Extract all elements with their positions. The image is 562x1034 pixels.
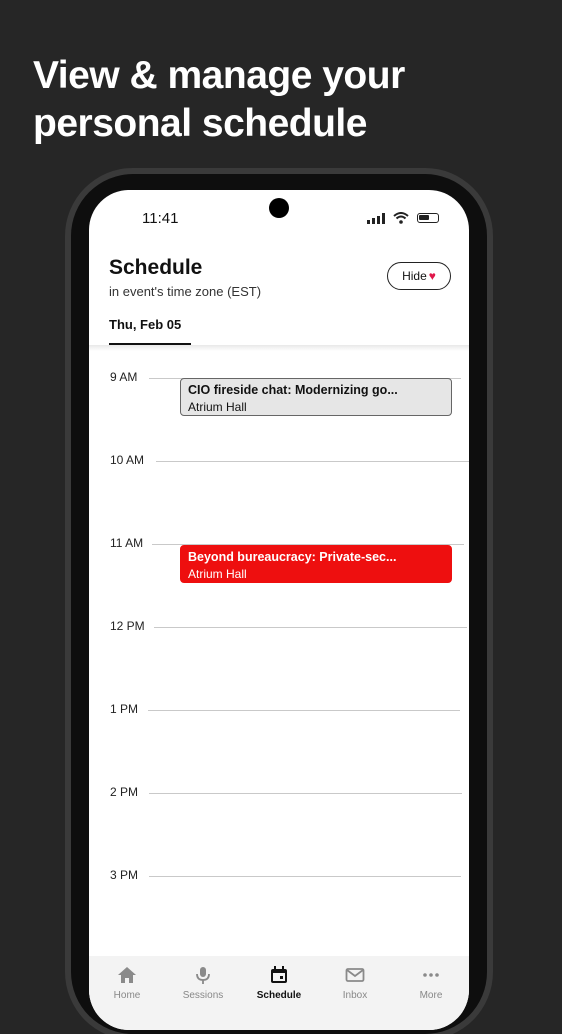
front-camera <box>269 198 289 218</box>
promo-headline: View & manage your personal schedule <box>33 52 533 148</box>
session-room: Atrium Hall <box>188 400 247 414</box>
hide-favorites-button[interactable]: Hide ♥ <box>387 262 451 290</box>
calendar-icon <box>271 966 287 983</box>
nav-label: Schedule <box>256 990 302 1001</box>
session-title: Beyond bureaucracy: Private-sec... <box>188 550 397 564</box>
nav-home[interactable]: Home <box>89 956 165 1030</box>
hour-label: 3 PM <box>110 868 139 882</box>
nav-sessions[interactable]: Sessions <box>165 956 241 1030</box>
session-card[interactable]: CIO fireside chat: Modernizing go... Atr… <box>180 378 452 416</box>
heart-icon: ♥ <box>428 269 436 283</box>
promo-headline-line2: personal schedule <box>33 102 367 145</box>
hour-gridline <box>154 627 467 628</box>
hour-row: 1 PM <box>89 702 469 718</box>
nav-label: More <box>419 990 443 1001</box>
phone-frame: 11:41 Schedule in event's time zone (EST… <box>71 174 487 1034</box>
hour-row: 12 PM <box>89 619 469 635</box>
microphone-icon <box>196 967 210 984</box>
hour-row: 10 AM <box>89 453 469 469</box>
nav-label: Home <box>113 990 141 1001</box>
session-title: CIO fireside chat: Modernizing go... <box>188 383 398 397</box>
nav-inbox[interactable]: Inbox <box>317 956 393 1030</box>
hour-gridline <box>156 461 469 462</box>
battery-icon <box>417 213 439 223</box>
wifi-icon <box>393 212 409 224</box>
tab-date[interactable]: Thu, Feb 05 <box>109 317 181 332</box>
hour-label: 2 PM <box>110 785 139 799</box>
hour-label: 9 AM <box>110 370 138 384</box>
promo-headline-line1: View & manage your <box>33 54 405 97</box>
envelope-icon <box>345 968 365 982</box>
hour-label: 12 PM <box>110 619 145 633</box>
hide-button-label: Hide <box>402 269 427 283</box>
hour-label: 11 AM <box>110 536 144 550</box>
nav-label: Inbox <box>342 990 368 1001</box>
signal-icon <box>367 212 385 224</box>
nav-schedule[interactable]: Schedule <box>241 956 317 1030</box>
session-room: Atrium Hall <box>188 567 247 581</box>
phone-screen: 11:41 Schedule in event's time zone (EST… <box>89 190 469 1030</box>
nav-label: Sessions <box>182 990 224 1001</box>
home-icon <box>118 967 136 983</box>
more-dots-icon <box>423 973 439 977</box>
status-time: 11:41 <box>142 210 179 227</box>
hour-label: 10 AM <box>110 453 145 467</box>
bottom-nav: Home Sessions Schedule Inbox More <box>89 956 469 1030</box>
status-icons <box>367 212 439 224</box>
hour-row: 2 PM <box>89 785 469 801</box>
header-divider <box>89 345 469 351</box>
hour-gridline <box>149 876 461 877</box>
hour-label: 1 PM <box>110 702 139 716</box>
hour-gridline <box>148 710 460 711</box>
nav-more[interactable]: More <box>393 956 469 1030</box>
page-title: Schedule <box>109 256 203 279</box>
hour-row: 3 PM <box>89 868 469 884</box>
timezone-subtitle: in event's time zone (EST) <box>109 284 262 299</box>
session-card[interactable]: Beyond bureaucracy: Private-sec... Atriu… <box>180 545 452 583</box>
hour-gridline <box>149 793 462 794</box>
